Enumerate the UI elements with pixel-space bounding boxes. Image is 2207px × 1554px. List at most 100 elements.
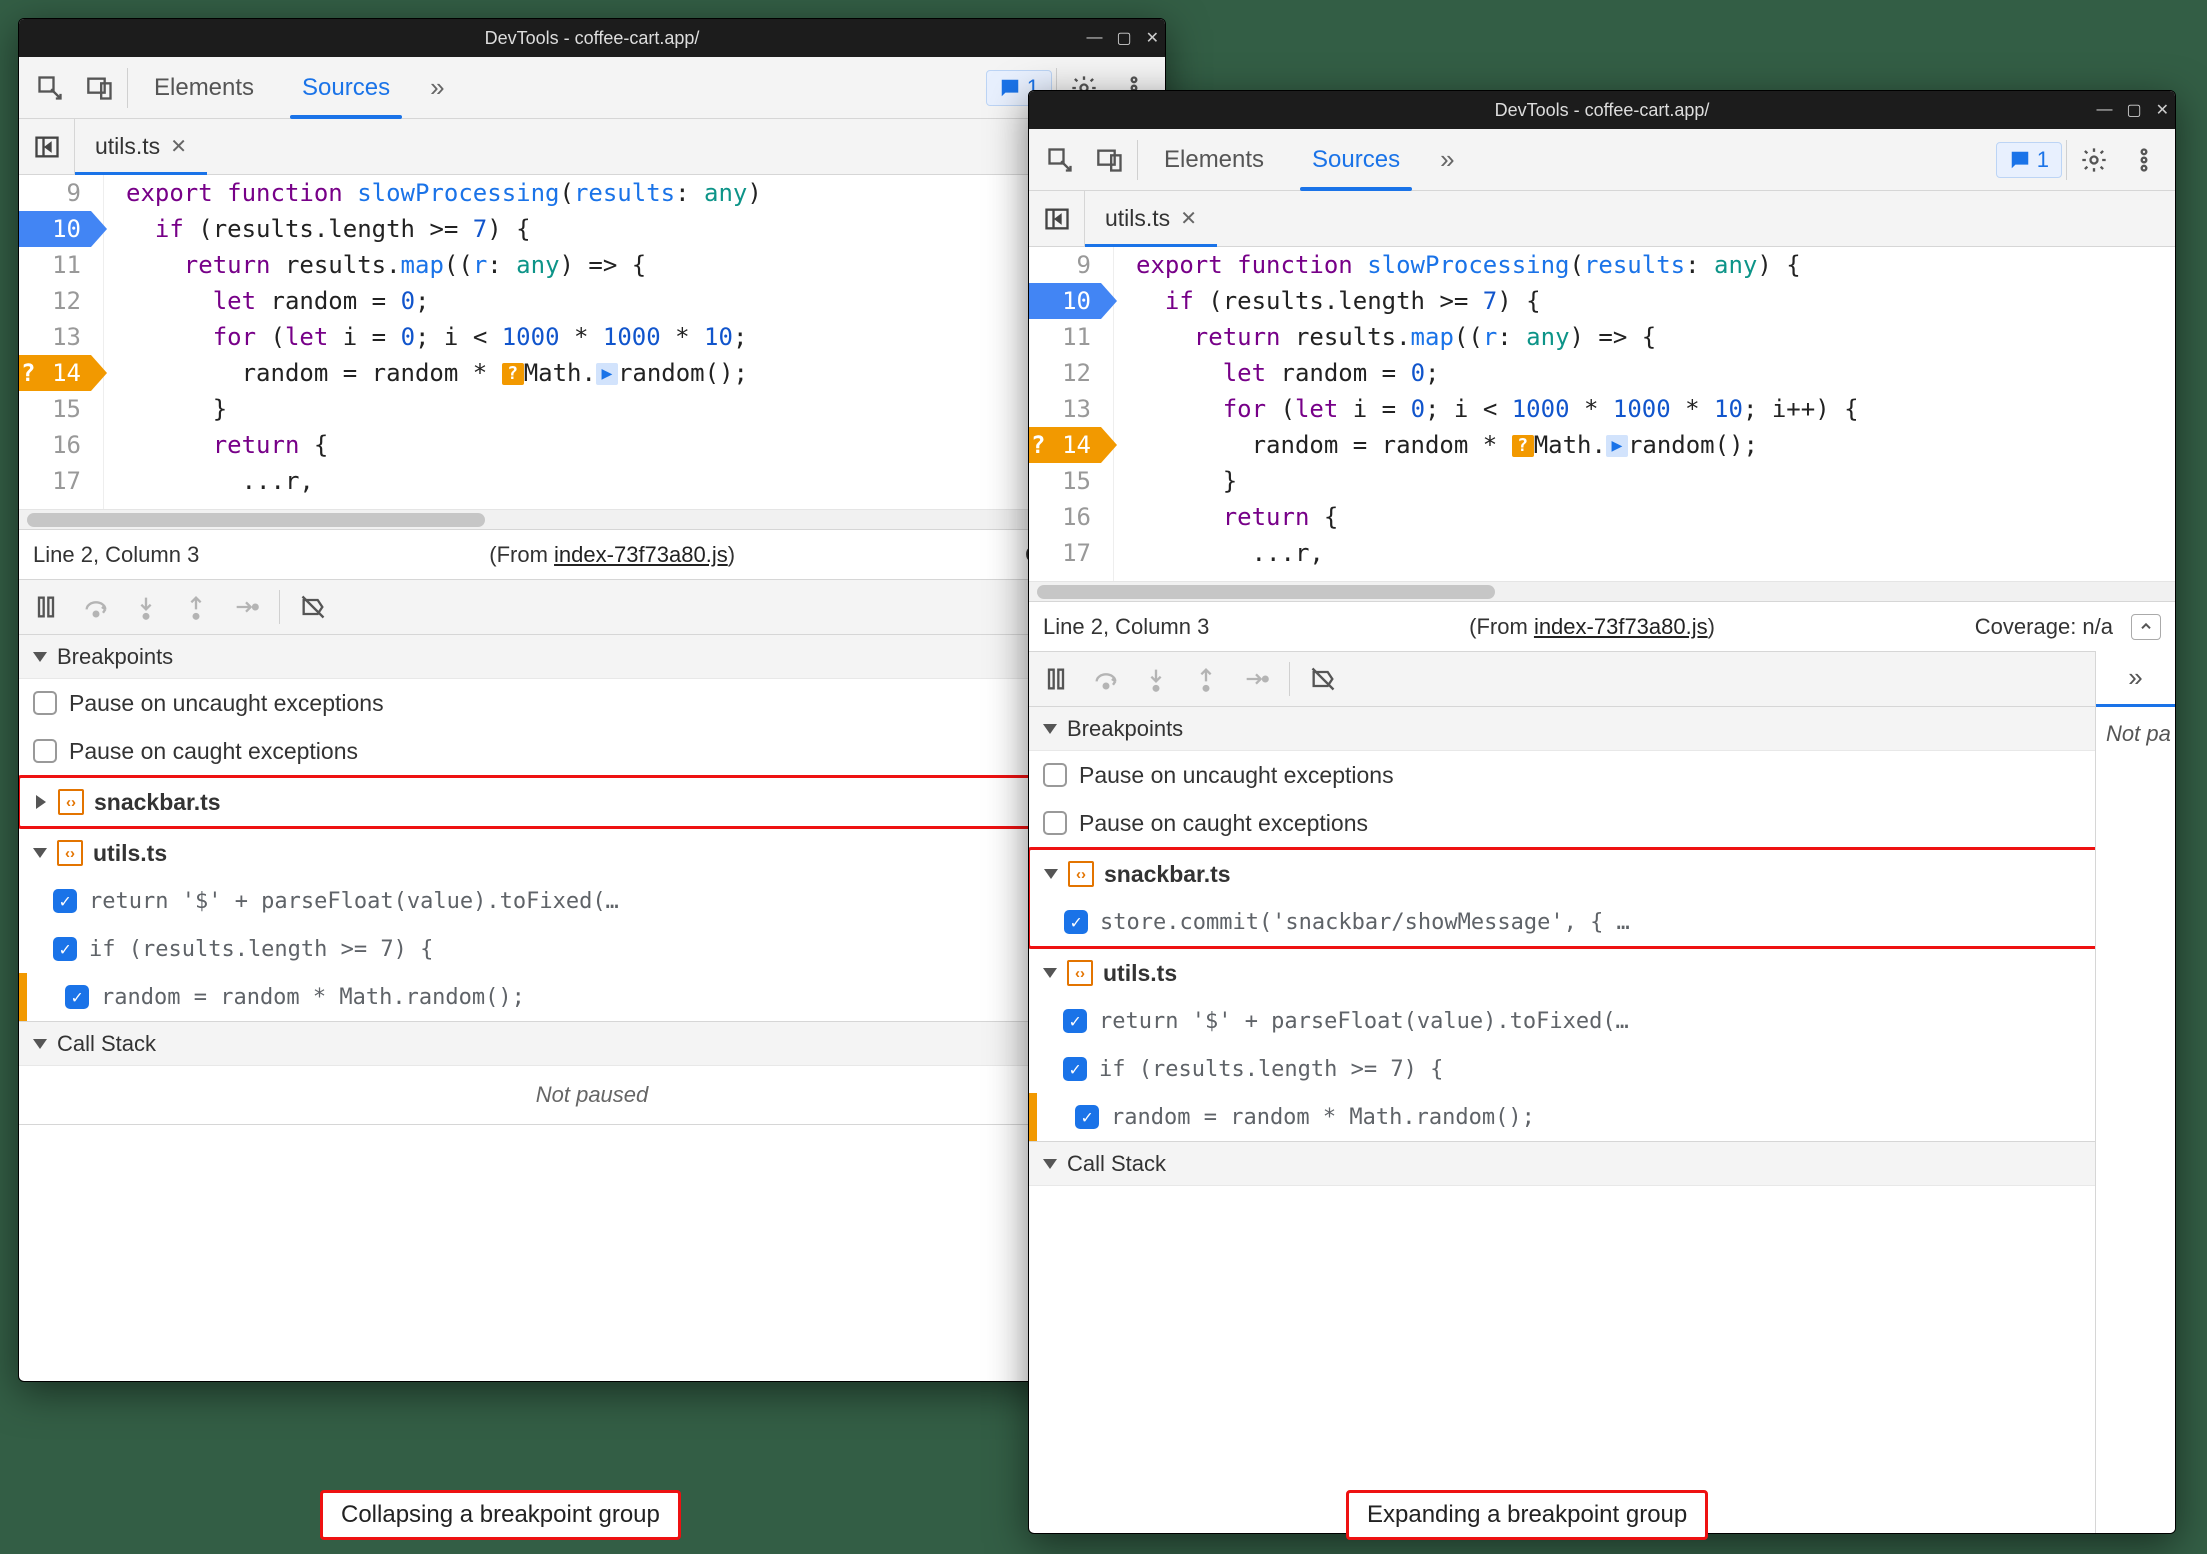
close-button[interactable]: ✕ [2156,100,2169,120]
deactivate-breakpoints-icon[interactable] [1300,656,1346,702]
breakpoint-row[interactable]: store.commit('snackbar/showMessage', { …… [1030,898,2174,946]
gutter-16[interactable]: 16 [19,427,91,463]
breakpoint-row[interactable]: return '$' + parseFloat(value).toFixed(…… [1029,997,2175,1045]
code-content[interactable]: export function slowProcessing(results: … [1114,247,2175,581]
device-toolbar-icon[interactable] [77,65,123,111]
checkbox-unchecked[interactable] [33,739,57,763]
maximize-button[interactable]: ▢ [2126,100,2141,120]
step-out-icon[interactable] [173,584,219,630]
step-over-icon[interactable] [73,584,119,630]
callstack-header[interactable]: Call Stack [1029,1142,2175,1186]
maximize-button[interactable]: ▢ [1116,28,1131,48]
callstack-header[interactable]: Call Stack [19,1022,1165,1066]
sourcemap-link[interactable]: index-73f73a80.js [1534,614,1708,639]
settings-icon[interactable] [2071,137,2117,183]
callstack-pane: Call Stack [1029,1142,2175,1186]
breakpoint-row-conditional[interactable]: random = random * Math.random(); 14 [1029,1093,2175,1141]
kebab-menu-icon[interactable] [2121,137,2167,183]
tab-sources[interactable]: Sources [1290,129,1422,190]
inspect-icon[interactable] [1037,137,1083,183]
gutter-17[interactable]: 17 [1029,535,1101,571]
checkbox-checked[interactable] [53,889,77,913]
step-into-icon[interactable] [123,584,169,630]
breakpoint-group-utils-expanded[interactable]: ‹› utils.ts [19,829,1165,877]
breakpoint-group-snackbar-expanded[interactable]: ‹› snackbar.ts [1030,850,2174,898]
gutter-17[interactable]: 17 [19,463,91,499]
more-tabs-icon[interactable]: » [1426,144,1468,175]
gutter-15[interactable]: 15 [1029,463,1101,499]
sourcemap-link[interactable]: index-73f73a80.js [554,542,728,567]
step-into-icon[interactable] [1133,656,1179,702]
chevron-down-icon [33,1039,47,1049]
tab-sources[interactable]: Sources [280,57,412,118]
gutter-10-breakpoint[interactable]: 10 [19,211,91,247]
checkbox-unchecked[interactable] [33,691,57,715]
step-icon[interactable] [1233,656,1279,702]
inspect-icon[interactable] [27,65,73,111]
deactivate-breakpoints-icon[interactable] [290,584,336,630]
more-tabs-icon[interactable]: » [416,72,458,103]
checkbox-checked[interactable] [53,937,77,961]
checkbox-checked[interactable] [1063,1057,1087,1081]
code-content[interactable]: export function slowProcessing(results: … [104,175,1165,509]
gutter-10-breakpoint[interactable]: 10 [1029,283,1101,319]
window-controls: — ▢ ✕ [1086,19,1159,57]
pause-caught-row[interactable]: Pause on caught exceptions [1029,799,2175,847]
chevron-down-icon [1043,968,1057,978]
checkbox-unchecked[interactable] [1043,763,1067,787]
gutter-13[interactable]: 13 [1029,391,1101,427]
tab-elements[interactable]: Elements [1142,129,1286,190]
breakpoint-group-utils-expanded[interactable]: ‹› utils.ts [1029,949,2175,997]
not-paused-label: Not paused [19,1066,1165,1124]
gutter-11[interactable]: 11 [19,247,91,283]
breakpoint-group-snackbar-collapsed[interactable]: ‹› snackbar.ts [20,778,1164,826]
tab-elements[interactable]: Elements [132,57,276,118]
checkbox-checked[interactable] [1064,910,1088,934]
gutter-13[interactable]: 13 [19,319,91,355]
step-out-icon[interactable] [1183,656,1229,702]
breakpoints-header[interactable]: Breakpoints [19,635,1165,679]
file-tab-utils[interactable]: utils.ts ✕ [75,119,207,174]
breakpoint-row[interactable]: if (results.length >= 7) { 10 [1029,1045,2175,1093]
breakpoint-row[interactable]: return '$' + parseFloat(value).toFixed(…… [19,877,1165,925]
gutter-14-conditional-breakpoint[interactable]: 14 [1029,427,1101,463]
checkbox-unchecked[interactable] [1043,811,1067,835]
chevron-down-icon [1044,869,1058,879]
breakpoint-row-conditional[interactable]: random = random * Math.random(); 14 [19,973,1165,1021]
close-icon[interactable]: ✕ [1180,206,1197,231]
breakpoint-row[interactable]: if (results.length >= 7) { 10 [19,925,1165,973]
device-toolbar-icon[interactable] [1087,137,1133,183]
checkbox-checked[interactable] [1063,1009,1087,1033]
gutter-16[interactable]: 16 [1029,499,1101,535]
pause-uncaught-row[interactable]: Pause on uncaught exceptions [1029,751,2175,799]
gutter-12[interactable]: 12 [19,283,91,319]
expand-sidebar-icon[interactable]: » [2096,651,2175,707]
gutter-9[interactable]: 9 [19,175,91,211]
horizontal-scrollbar[interactable] [19,509,1165,529]
breakpoints-header[interactable]: Breakpoints [1029,707,2175,751]
minimize-button[interactable]: — [1086,29,1102,47]
pause-uncaught-row[interactable]: Pause on uncaught exceptions [19,679,1165,727]
debugger-toolbar [19,579,1165,635]
step-icon[interactable] [223,584,269,630]
minimize-button[interactable]: — [2096,101,2112,119]
pause-icon[interactable] [1033,656,1079,702]
pause-icon[interactable] [23,584,69,630]
gutter-15[interactable]: 15 [19,391,91,427]
issues-badge[interactable]: 1 [1996,142,2062,178]
gutter-14-conditional-breakpoint[interactable]: 14 [19,355,91,391]
checkbox-checked[interactable] [1075,1105,1099,1129]
step-over-icon[interactable] [1083,656,1129,702]
file-tab-utils[interactable]: utils.ts ✕ [1085,191,1217,246]
navigator-toggle-icon[interactable] [1029,191,1085,246]
horizontal-scrollbar[interactable] [1029,581,2175,601]
gutter-11[interactable]: 11 [1029,319,1101,355]
close-button[interactable]: ✕ [1146,28,1159,48]
gutter-12[interactable]: 12 [1029,355,1101,391]
close-icon[interactable]: ✕ [170,134,187,159]
checkbox-checked[interactable] [65,985,89,1009]
pause-caught-row[interactable]: Pause on caught exceptions [19,727,1165,775]
navigator-toggle-icon[interactable] [19,119,75,174]
gutter-9[interactable]: 9 [1029,247,1101,283]
expand-drawer-icon[interactable] [2131,614,2161,640]
